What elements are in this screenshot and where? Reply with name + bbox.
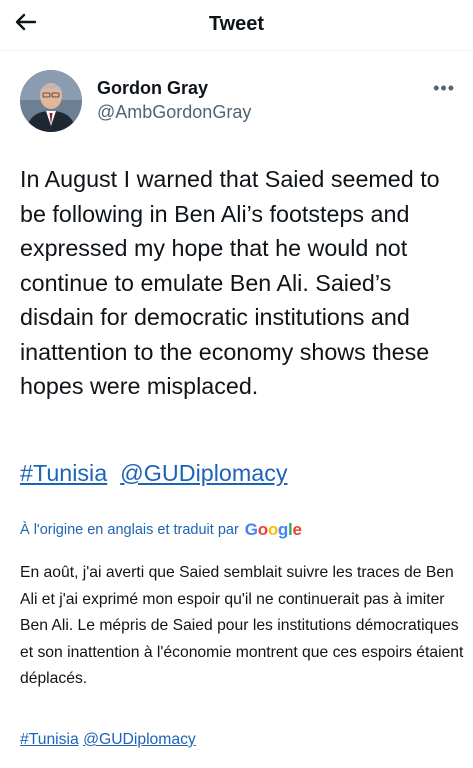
tweet-text: In August I warned that Saied seemed to … <box>20 166 440 399</box>
translated-mention-link-gudiplomacy[interactable]: @GUDiplomacy <box>83 731 196 748</box>
mention-link-gudiplomacy[interactable]: @GUDiplomacy <box>120 460 287 486</box>
translated-hashtag-link-tunisia[interactable]: #Tunisia <box>20 731 79 748</box>
tweet-hashtags: #Tunisia @GUDiplomacy <box>20 456 288 490</box>
more-dots-icon[interactable]: ••• <box>433 78 455 99</box>
translated-text: En août, j'ai averti que Saied semblait … <box>20 564 464 687</box>
author-name[interactable]: Gordon Gray <box>97 78 208 99</box>
header-divider <box>0 50 473 51</box>
translation-label: À l'origine en anglais et traduit par <box>20 522 239 538</box>
top-bar: Tweet <box>0 0 473 50</box>
author-handle[interactable]: @AmbGordonGray <box>97 102 251 123</box>
translated-hashtags: #Tunisia @GUDiplomacy <box>20 728 196 752</box>
translation-attribution: À l'origine en anglais et traduit par Go… <box>20 520 302 540</box>
hashtag-link-tunisia[interactable]: #Tunisia <box>20 460 107 486</box>
avatar[interactable] <box>20 70 82 132</box>
page-title: Tweet <box>208 13 265 35</box>
google-logo: Google <box>244 520 302 539</box>
